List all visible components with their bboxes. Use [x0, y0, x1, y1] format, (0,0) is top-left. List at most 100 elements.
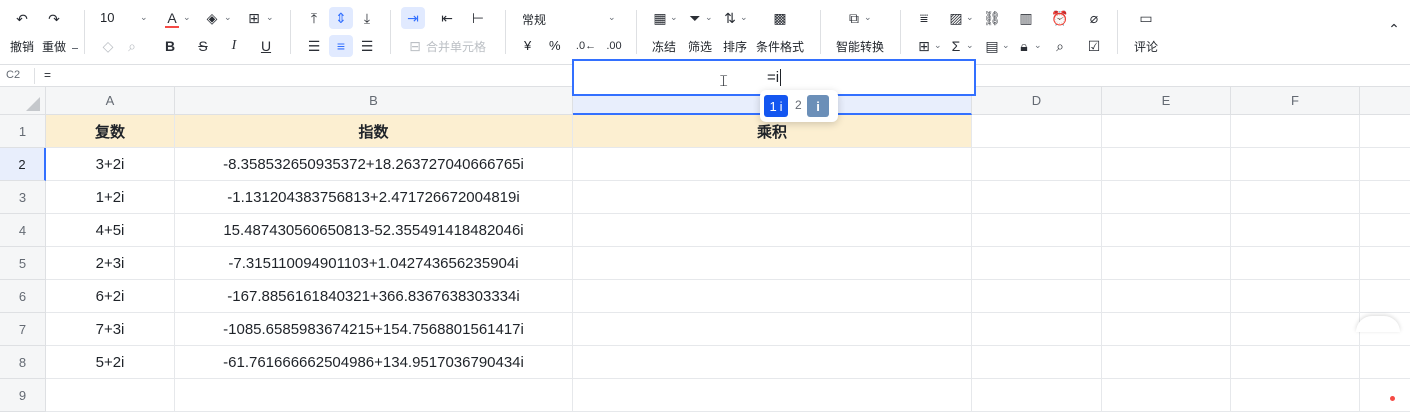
- cell-e1[interactable]: [1102, 115, 1231, 148]
- align-left-icon[interactable]: ☰: [304, 37, 324, 55]
- chevron-down-icon[interactable]: ⌄: [966, 12, 974, 23]
- chevron-down-icon[interactable]: ⌄: [705, 12, 713, 23]
- smart-convert-icon[interactable]: ⧉: [844, 9, 864, 27]
- sort-label[interactable]: 排序: [723, 38, 747, 55]
- conditional-format-icon[interactable]: ▩: [770, 9, 790, 27]
- bold-button[interactable]: B: [160, 37, 180, 55]
- cell-f7[interactable]: [1231, 313, 1360, 346]
- borders-icon[interactable]: ⊞: [244, 9, 264, 27]
- image-icon[interactable]: ▨: [946, 9, 966, 27]
- cell-f8[interactable]: [1231, 346, 1360, 379]
- cell-c9[interactable]: [573, 379, 972, 412]
- increase-decimal-icon[interactable]: .00: [604, 37, 624, 55]
- fill-color-icon[interactable]: ◈: [202, 9, 222, 27]
- freeze-label[interactable]: 冻结: [652, 38, 676, 55]
- filter-icon[interactable]: ⏷: [685, 9, 705, 27]
- select-all-corner[interactable]: [0, 87, 46, 115]
- merge-cells-label[interactable]: 合并单元格: [426, 38, 486, 55]
- cell-e5[interactable]: [1102, 247, 1231, 280]
- cell-a8[interactable]: 5+2i: [46, 346, 175, 379]
- formula-input[interactable]: =: [44, 68, 51, 82]
- chevron-down-icon[interactable]: ⌄: [140, 12, 148, 23]
- row-header-4[interactable]: 4: [0, 214, 46, 247]
- row-header-1[interactable]: 1: [0, 115, 46, 148]
- cell-e9[interactable]: [1102, 379, 1231, 412]
- row-header-5[interactable]: 5: [0, 247, 46, 280]
- align-middle-icon[interactable]: ⇕: [331, 9, 351, 27]
- font-size-select[interactable]: 10: [100, 10, 114, 25]
- column-header-e[interactable]: E: [1102, 87, 1231, 115]
- cell-d8[interactable]: [972, 346, 1102, 379]
- cell-d7[interactable]: [972, 313, 1102, 346]
- column-header-f[interactable]: F: [1231, 87, 1360, 115]
- freeze-icon[interactable]: ▦: [650, 9, 670, 27]
- cell-d6[interactable]: [972, 280, 1102, 313]
- cell-f5[interactable]: [1231, 247, 1360, 280]
- overflow-icon[interactable]: ⇤: [437, 9, 457, 27]
- format-painter-icon[interactable]: ⌕: [122, 37, 142, 55]
- filter-label[interactable]: 筛选: [688, 38, 712, 55]
- chevron-down-icon[interactable]: ⌄: [966, 40, 974, 51]
- cell-b9[interactable]: [175, 379, 573, 412]
- cell-g4[interactable]: [1360, 214, 1410, 247]
- cell-b1[interactable]: 指数: [175, 115, 573, 148]
- column-header-b[interactable]: B: [175, 87, 573, 115]
- redo-label[interactable]: 重做: [42, 38, 66, 55]
- suggestion-item-1[interactable]: 1 i: [764, 95, 788, 117]
- chevron-down-icon[interactable]: ⌄: [934, 40, 942, 51]
- link-icon[interactable]: ⛓: [982, 9, 1002, 27]
- cell-c7[interactable]: [573, 313, 972, 346]
- sort-icon[interactable]: ⇅: [720, 9, 740, 27]
- column-header-d[interactable]: D: [972, 87, 1102, 115]
- help-fab[interactable]: [1356, 316, 1400, 332]
- font-color-icon[interactable]: A: [162, 9, 182, 27]
- cell-c8[interactable]: [573, 346, 972, 379]
- cell-c5[interactable]: [573, 247, 972, 280]
- cell-a2[interactable]: 3+2i: [46, 148, 175, 181]
- clear-format-icon[interactable]: ◇: [98, 37, 118, 55]
- row-header-2[interactable]: 2: [0, 148, 46, 181]
- cell-f6[interactable]: [1231, 280, 1360, 313]
- cell-c6[interactable]: [573, 280, 972, 313]
- cell-g3[interactable]: [1360, 181, 1410, 214]
- cell-d3[interactable]: [972, 181, 1102, 214]
- wrap-text-icon[interactable]: ⇥: [403, 9, 423, 27]
- smart-convert-label[interactable]: 智能转换: [836, 38, 884, 55]
- cell-g2[interactable]: [1360, 148, 1410, 181]
- cell-b8[interactable]: -61.761666662504986+134.9517036790434i: [175, 346, 573, 379]
- align-center-icon[interactable]: ≡: [331, 37, 351, 55]
- chevron-down-icon[interactable]: ⌄: [1002, 40, 1010, 51]
- cell-g9[interactable]: [1360, 379, 1410, 412]
- cell-a7[interactable]: 7+3i: [46, 313, 175, 346]
- cell-b4[interactable]: 15.487430560650813-52.355491418482046i: [175, 214, 573, 247]
- cell-b3[interactable]: -1.131204383756813+2.471726672004819i: [175, 181, 573, 214]
- lock-icon[interactable]: 🔒︎: [1014, 37, 1034, 55]
- cell-d9[interactable]: [972, 379, 1102, 412]
- chart-icon[interactable]: ▥: [1016, 9, 1036, 27]
- pivot-icon[interactable]: ⊞: [914, 37, 934, 55]
- cell-a4[interactable]: 4+5i: [46, 214, 175, 247]
- conditional-format-label[interactable]: 条件格式: [756, 38, 804, 55]
- cell-f2[interactable]: [1231, 148, 1360, 181]
- insert-row-icon[interactable]: ⩸: [914, 9, 934, 27]
- cell-c2[interactable]: [573, 148, 972, 181]
- clip-icon[interactable]: ⊢: [468, 9, 488, 27]
- cell-b7[interactable]: -1085.6585983674215+154.7568801561417i: [175, 313, 573, 346]
- undo-label[interactable]: 撤销: [10, 38, 34, 55]
- cell-d1[interactable]: [972, 115, 1102, 148]
- cell-b5[interactable]: -7.315110094901103+1.042743656235904i: [175, 247, 573, 280]
- decrease-decimal-icon[interactable]: .0←: [576, 37, 596, 55]
- chevron-down-icon[interactable]: ⌄: [266, 12, 274, 23]
- chevron-down-icon[interactable]: ⌄: [1034, 40, 1042, 51]
- cell-a9[interactable]: [46, 379, 175, 412]
- suggestion-item-2[interactable]: i: [807, 95, 829, 117]
- checkbox-icon[interactable]: ☑: [1084, 37, 1104, 55]
- redo-icon[interactable]: ↷: [44, 10, 64, 28]
- cell-g1[interactable]: [1360, 115, 1410, 148]
- cell-b2[interactable]: -8.358532650935372+18.263727040666765i: [175, 148, 573, 181]
- cell-d5[interactable]: [972, 247, 1102, 280]
- row-header-8[interactable]: 8: [0, 346, 46, 379]
- currency-button[interactable]: ¥: [524, 38, 531, 53]
- cell-d4[interactable]: [972, 214, 1102, 247]
- dropdown-list-icon[interactable]: ▤: [982, 37, 1002, 55]
